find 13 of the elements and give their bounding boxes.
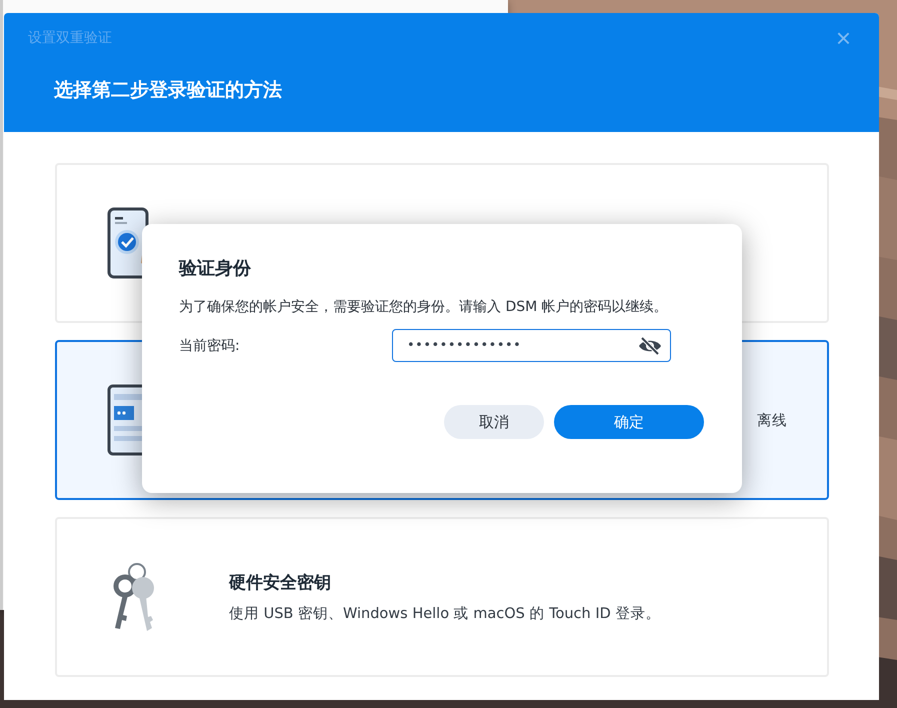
field-label: 当前密码: (179, 336, 241, 354)
password-field[interactable]: •••••••••••••• (392, 329, 671, 362)
method-description: 离线 (757, 412, 787, 430)
cancel-button[interactable]: 取消 (444, 405, 544, 439)
dialog-title: 验证身份 (179, 257, 252, 280)
method-card[interactable]: 硬件安全密钥 使用 USB 密钥、Windows Hello 或 macOS 的 Touch ID 登录。 (55, 517, 829, 677)
method-title: 硬件安全密钥 (229, 572, 332, 594)
page-heading: 选择第二步登录验证的方法 (54, 78, 283, 103)
dialog-message: 为了确保您的帐户安全，需要验证您的身份。请输入 DSM 帐户的密码以继续。 (179, 298, 669, 317)
method-description: 使用 USB 密钥、Windows Hello 或 macOS 的 Touch ID 登录。 (229, 604, 660, 623)
window-title: 设置双重验证 (28, 29, 112, 47)
eye-off-icon (638, 336, 662, 356)
confirm-button[interactable]: 确定 (554, 405, 704, 439)
